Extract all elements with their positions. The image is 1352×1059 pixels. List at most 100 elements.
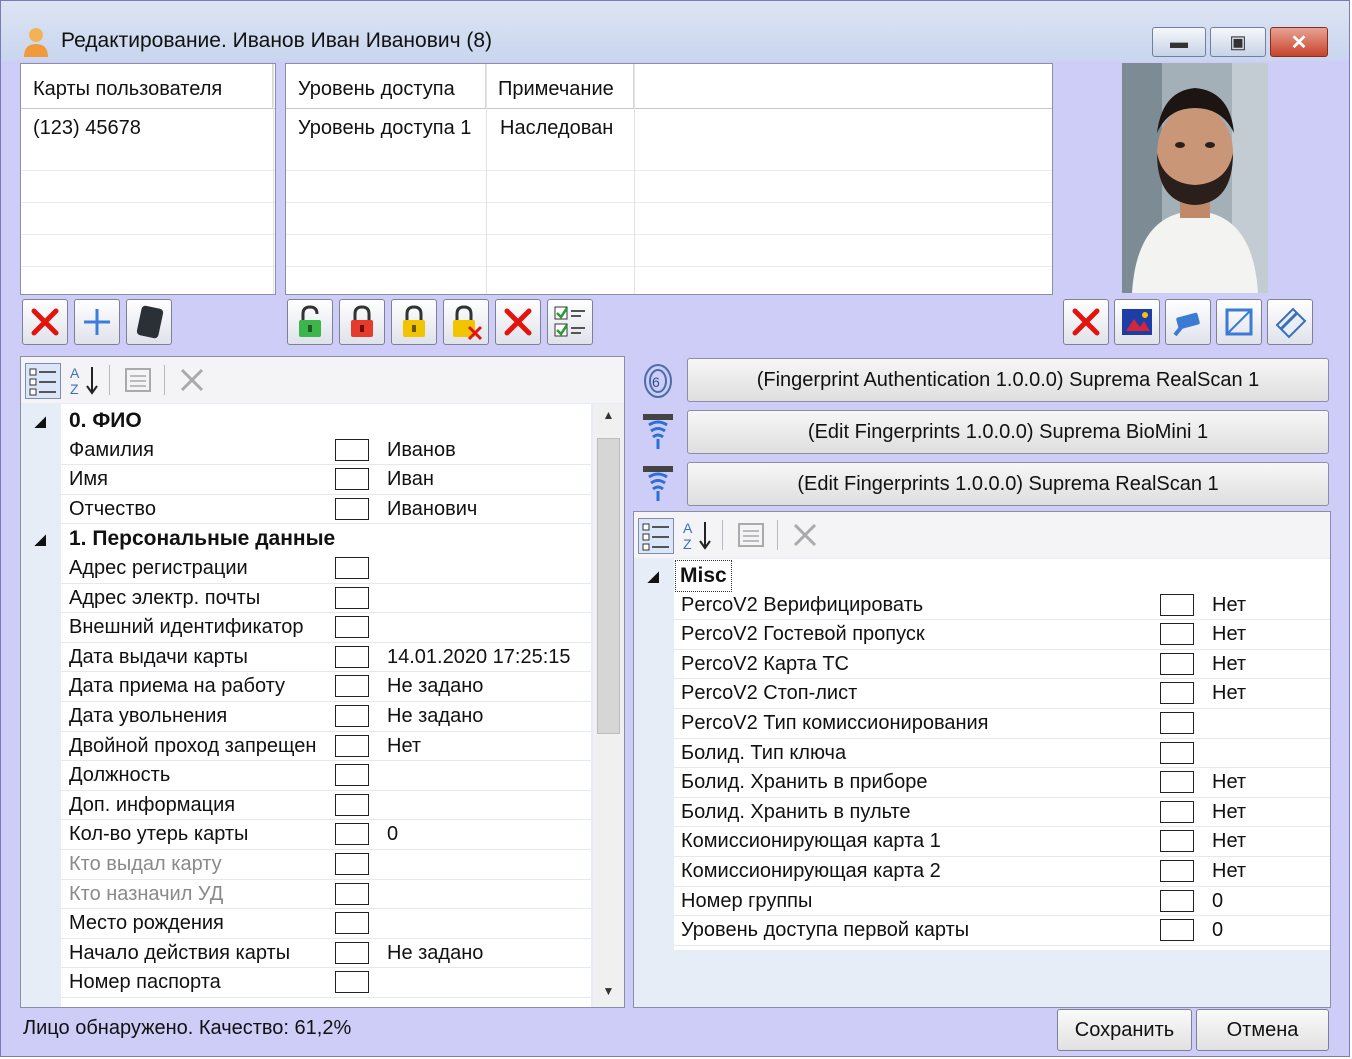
collapse-icon[interactable]: ◢ — [35, 406, 46, 436]
property-checkbox[interactable] — [1160, 593, 1194, 616]
scroll-thumb[interactable] — [597, 438, 620, 734]
card-reader-button[interactable] — [126, 299, 172, 345]
property-row[interactable]: Адрес регистрации — [61, 554, 591, 584]
crop-button[interactable] — [1216, 299, 1262, 345]
delete-access-button[interactable] — [495, 299, 541, 345]
property-row[interactable]: Дата увольнения Не задано — [61, 702, 591, 732]
property-category[interactable]: ◢ 0. ФИО — [21, 406, 581, 436]
lock-remove-button[interactable] — [443, 299, 489, 345]
property-row[interactable]: Дата выдачи карты 14.01.2020 17:25:15 — [61, 643, 591, 673]
property-row[interactable]: Отчество Иванович — [61, 495, 591, 525]
property-value[interactable]: Нет — [1212, 679, 1246, 709]
property-checkbox[interactable] — [1160, 919, 1194, 942]
camera-button[interactable] — [1165, 299, 1211, 345]
property-row[interactable]: Адрес электр. почты — [61, 584, 591, 614]
add-card-button[interactable] — [74, 299, 120, 345]
property-checkbox[interactable] — [335, 616, 369, 639]
property-category[interactable]: ◢ Misc — [634, 560, 1314, 592]
property-category[interactable]: ◢ 1. Персональные данные — [21, 524, 581, 554]
property-checkbox[interactable] — [335, 734, 369, 757]
property-row[interactable]: Кол-во утерь карты 0 — [61, 820, 591, 850]
property-value[interactable]: Нет — [1212, 798, 1246, 828]
property-row[interactable]: Дата приема на работу Не задано — [61, 672, 591, 702]
property-row[interactable]: Доп. информация — [61, 791, 591, 821]
property-checkbox[interactable] — [335, 971, 369, 994]
access-level-cell[interactable]: Уровень доступа 1 — [286, 109, 486, 147]
property-value[interactable]: 0 — [1212, 916, 1223, 946]
property-checkbox[interactable] — [335, 764, 369, 787]
property-value[interactable]: 14.01.2020 17:25:15 — [387, 643, 571, 673]
property-row[interactable]: PercoV2 Карта ТС Нет — [674, 650, 1330, 680]
misc-properties-grid[interactable]: AZ ◢ Misc PercoV2 Верифицировать Нет PercoV2… — [633, 511, 1331, 1008]
property-value[interactable]: Нет — [1212, 827, 1246, 857]
property-checkbox[interactable] — [335, 468, 369, 491]
delete-photo-button[interactable] — [1063, 299, 1109, 345]
edit-fingerprints-biomini-button[interactable]: (Edit Fingerprints 1.0.0.0) Suprema BioM… — [687, 410, 1329, 454]
property-checkbox[interactable] — [1160, 771, 1194, 794]
property-checkbox[interactable] — [335, 675, 369, 698]
clear-icon[interactable] — [175, 363, 209, 397]
property-value[interactable]: Нет — [1212, 768, 1246, 798]
property-checkbox[interactable] — [1160, 712, 1194, 734]
property-checkbox[interactable] — [335, 497, 369, 520]
lock-red-button[interactable] — [339, 299, 385, 345]
property-row[interactable]: Болид. Хранить в приборе Нет — [674, 768, 1330, 798]
property-checkbox[interactable] — [335, 586, 369, 609]
property-checkbox[interactable] — [1160, 682, 1194, 705]
property-checkbox[interactable] — [335, 823, 369, 846]
property-checkbox[interactable] — [335, 853, 369, 875]
property-row[interactable]: Внешний идентификатор — [61, 613, 591, 643]
property-value[interactable]: Не задано — [387, 939, 483, 969]
maximize-button[interactable]: ▣ — [1210, 27, 1266, 57]
minimize-button[interactable]: ▬ — [1152, 27, 1206, 57]
property-row[interactable]: Фамилия Иванов — [61, 436, 591, 466]
property-checkbox[interactable] — [335, 645, 369, 668]
property-checkbox[interactable] — [1160, 652, 1194, 675]
property-row[interactable]: PercoV2 Тип комиссионирования — [674, 709, 1330, 739]
column-header[interactable]: Примечание — [486, 64, 634, 108]
save-button[interactable]: Сохранить — [1057, 1009, 1192, 1051]
edit-fingerprints-realscan-button[interactable]: (Edit Fingerprints 1.0.0.0) Suprema Real… — [687, 462, 1329, 506]
scroll-down-icon[interactable]: ▼ — [593, 984, 624, 1004]
property-row[interactable]: PercoV2 Верифицировать Нет — [674, 591, 1330, 621]
property-row[interactable]: PercoV2 Стоп-лист Нет — [674, 679, 1330, 709]
categorized-view-icon[interactable] — [25, 363, 61, 399]
property-row[interactable]: Начало действия карты Не задано — [61, 939, 591, 969]
load-photo-button[interactable] — [1114, 299, 1160, 345]
property-row[interactable]: Место рождения — [61, 909, 591, 939]
access-levels-grid[interactable]: Уровень доступа Примечание Уровень досту… — [285, 63, 1053, 295]
property-row[interactable]: Болид. Тип ключа — [674, 739, 1330, 769]
collapse-icon[interactable]: ◢ — [648, 561, 659, 591]
property-value[interactable]: 0 — [1212, 887, 1223, 917]
property-checkbox[interactable] — [1160, 741, 1194, 764]
property-checkbox[interactable] — [335, 705, 369, 727]
property-row[interactable]: Номер паспорта — [61, 968, 591, 998]
property-value[interactable]: Иванович — [387, 495, 477, 525]
property-value[interactable]: Иван — [387, 465, 434, 495]
property-value[interactable]: Нет — [1212, 857, 1246, 887]
sort-az-icon[interactable]: AZ — [67, 363, 101, 397]
checklist-button[interactable] — [547, 299, 593, 345]
sort-az-icon[interactable]: AZ — [680, 518, 714, 552]
property-value[interactable]: Иванов — [387, 436, 456, 466]
property-value[interactable]: 0 — [387, 820, 398, 850]
property-checkbox[interactable] — [1160, 623, 1194, 646]
property-checkbox[interactable] — [335, 882, 369, 905]
close-button[interactable]: ✕ — [1270, 27, 1328, 57]
property-checkbox[interactable] — [1160, 889, 1194, 912]
property-row[interactable]: Болид. Хранить в пульте Нет — [674, 798, 1330, 828]
cards-grid[interactable]: Карты пользователя (123) 45678 — [20, 63, 276, 295]
property-checkbox[interactable] — [335, 793, 369, 816]
property-checkbox[interactable] — [335, 557, 369, 579]
clear-icon[interactable] — [788, 518, 822, 552]
scanner-button[interactable] — [1267, 299, 1313, 345]
property-checkbox[interactable] — [335, 941, 369, 964]
categorized-view-icon[interactable] — [638, 518, 674, 554]
scroll-up-icon[interactable]: ▲ — [593, 408, 624, 428]
personal-properties-grid[interactable]: AZ ◢ 0. ФИО Фамилия Иванов Имя Иван Отчество Ив… — [20, 356, 625, 1008]
property-checkbox[interactable] — [1160, 860, 1194, 882]
property-row[interactable]: Уровень доступа первой карты 0 — [674, 916, 1330, 946]
property-checkbox[interactable] — [1160, 830, 1194, 853]
property-row[interactable]: Кто выдал карту — [61, 850, 591, 880]
property-pages-icon[interactable] — [121, 363, 155, 397]
